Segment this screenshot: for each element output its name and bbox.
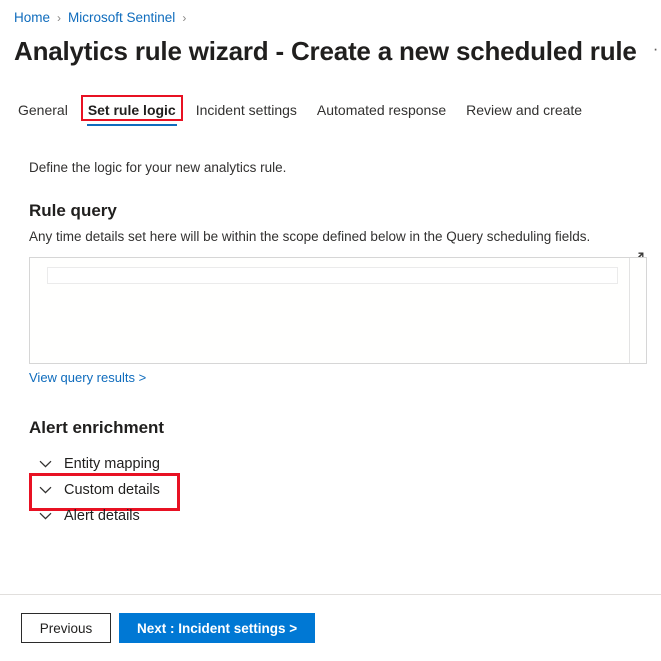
accordion-label: Entity mapping: [64, 456, 160, 472]
query-editor-container: [29, 252, 647, 364]
intro-description: Define the logic for your new analytics …: [29, 160, 287, 175]
alert-enrichment-accordion: Entity mapping Custom details Alert deta…: [0, 451, 661, 529]
editor-minimap-divider: [629, 258, 630, 363]
breadcrumb: Home › Microsoft Sentinel ›: [14, 10, 193, 26]
tab-label: General: [18, 102, 68, 118]
tab-incident-settings[interactable]: Incident settings: [186, 100, 307, 128]
more-options-icon[interactable]: ···: [653, 40, 661, 60]
accordion-label: Custom details: [64, 482, 160, 498]
tab-label: Review and create: [466, 102, 583, 118]
alert-enrichment-heading: Alert enrichment: [29, 418, 165, 437]
wizard-tabs: General Set rule logic Incident settings…: [8, 95, 661, 128]
tab-automated-response[interactable]: Automated response: [307, 100, 456, 128]
active-tab-underline: [86, 123, 177, 126]
main-content: Define the logic for your new analytics …: [0, 140, 661, 529]
accordion-item-entity-mapping[interactable]: Entity mapping: [38, 451, 173, 477]
breadcrumb-separator-icon: ›: [57, 11, 62, 25]
breadcrumb-item-microsoft-sentinel[interactable]: Microsoft Sentinel: [68, 10, 175, 26]
accordion-label: Alert details: [64, 508, 140, 524]
rule-query-editor[interactable]: [29, 257, 647, 364]
chevron-down-icon: [38, 483, 52, 497]
previous-button[interactable]: Previous: [21, 613, 111, 643]
wizard-footer: Previous Next : Incident settings >: [0, 595, 661, 661]
view-query-results-link[interactable]: View query results >: [29, 370, 146, 385]
page-title: Analytics rule wizard - Create a new sch…: [14, 36, 637, 66]
chevron-down-icon: [38, 509, 52, 523]
tab-label: Automated response: [316, 102, 447, 118]
rule-query-description: Any time details set here will be within…: [29, 229, 591, 244]
accordion-item-custom-details[interactable]: Custom details: [29, 473, 180, 511]
accordion-item-alert-details[interactable]: Alert details: [38, 503, 173, 529]
breadcrumb-separator-icon: ›: [182, 11, 187, 25]
next-incident-settings-button[interactable]: Next : Incident settings >: [119, 613, 316, 643]
query-input-line[interactable]: [47, 267, 618, 284]
breadcrumb-item-home[interactable]: Home: [14, 10, 50, 26]
tab-general[interactable]: General: [8, 100, 78, 128]
tab-set-rule-logic[interactable]: Set rule logic: [78, 95, 186, 128]
rule-query-heading: Rule query: [29, 201, 117, 220]
chevron-down-icon: [38, 457, 52, 471]
tab-label: Incident settings: [195, 102, 297, 118]
page-header: Analytics rule wizard - Create a new sch…: [14, 36, 661, 67]
tab-label: Set rule logic: [87, 102, 176, 118]
tab-review-and-create[interactable]: Review and create: [456, 100, 592, 128]
